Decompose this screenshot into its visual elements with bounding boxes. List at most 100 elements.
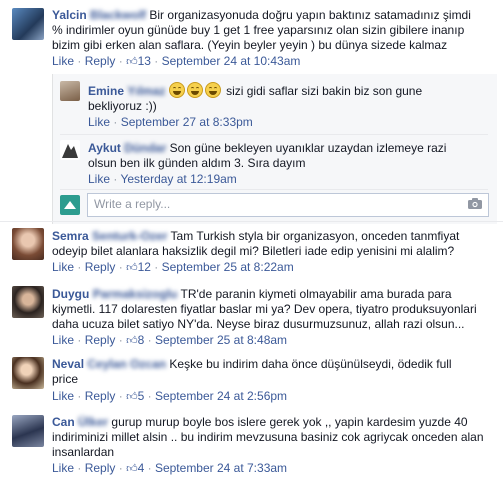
comment-line: indiriminizi millet alsin .. bu indirim … [52, 430, 484, 444]
comment-actions: Like · Reply · 👍︎12 · September 25 at 8:… [52, 260, 496, 276]
avatar[interactable] [12, 415, 44, 447]
commenter-name[interactable]: Can [52, 415, 75, 429]
reply-line: olsun ben ilk günden aldım 3. Sıra dayım [88, 156, 306, 170]
separator: · [77, 461, 82, 475]
reply-field[interactable] [87, 193, 489, 217]
comment-actions: Like · Reply · 👍︎5 · September 24 at 2:5… [52, 389, 496, 405]
camera-icon[interactable] [468, 198, 482, 209]
reply-text: Emine Yılmaz sizi gidi saflar sizi bakin… [88, 82, 488, 114]
separator: · [147, 333, 152, 347]
comment-line: Bir organizasyonuda doğru yapın baktınız… [149, 8, 471, 22]
like-count[interactable]: 4 [138, 461, 145, 475]
timestamp[interactable]: September 27 at 8:33pm [121, 115, 253, 129]
laughing-face-icon [204, 82, 221, 98]
comment-line: odeyip bilet alanlara haksizlik degil mi… [52, 244, 455, 258]
like-link[interactable]: Like [88, 115, 110, 129]
like-link[interactable]: Like [52, 54, 74, 68]
commenter-name[interactable]: Neval [52, 357, 84, 371]
timestamp[interactable]: September 25 at 8:22am [162, 260, 294, 274]
commenter-surname[interactable]: Blackwolf [90, 8, 146, 22]
reply-link[interactable]: Reply [85, 333, 116, 347]
divider [60, 134, 488, 135]
separator: · [147, 389, 152, 403]
commenter-name[interactable]: Emine [88, 84, 124, 98]
reply-link[interactable]: Reply [85, 54, 116, 68]
thumbs-up-icon[interactable]: 👍︎ [126, 334, 138, 349]
reply-input[interactable] [88, 194, 460, 214]
comment-line: insanlardan [52, 445, 115, 459]
commenter-name[interactable]: Aykut [88, 141, 121, 155]
avatar[interactable] [12, 228, 44, 260]
timestamp[interactable]: September 24 at 7:33am [155, 461, 287, 475]
reply-actions: Like · September 27 at 8:33pm [88, 115, 488, 130]
separator: · [77, 333, 82, 347]
separator: · [154, 260, 159, 274]
like-link[interactable]: Like [52, 260, 74, 274]
commenter-name[interactable]: Yalcin [52, 8, 87, 22]
comment-text: Yalcin Blackwolf Bir organizasyonuda doğ… [52, 8, 496, 53]
commenter-name[interactable]: Semra [52, 229, 89, 243]
reply-line: sizi gidi saflar sizi bakin biz son gune [226, 84, 423, 98]
separator: · [113, 115, 118, 129]
separator: · [118, 461, 123, 475]
separator: · [118, 333, 123, 347]
timestamp[interactable]: September 24 at 10:43am [162, 54, 301, 68]
separator: · [118, 54, 123, 68]
timestamp[interactable]: September 24 at 2:56pm [155, 389, 287, 403]
separator: · [113, 172, 118, 186]
separator: · [118, 389, 123, 403]
comment-text: Can Ülker gurup murup boyle bos islere g… [52, 415, 496, 460]
separator: · [154, 54, 159, 68]
like-link[interactable]: Like [52, 333, 74, 347]
commenter-surname[interactable]: Yılmaz [127, 84, 165, 98]
avatar[interactable] [12, 357, 44, 389]
comment-line: TR'de paranin kiymeti olmayabilir ama bu… [180, 287, 452, 301]
comment-line: gurup murup boyle bos islere gerek yok ,… [111, 415, 468, 429]
thumbs-up-icon[interactable]: 👍︎ [126, 462, 138, 477]
user-avatar [60, 195, 80, 215]
commenter-surname[interactable]: Ceylan Ozcan [87, 357, 166, 371]
comment-line: bizim gibi erken alan saflara. (Yeyin be… [52, 38, 448, 52]
like-count[interactable]: 13 [138, 54, 151, 68]
comment-line: price [52, 372, 79, 386]
timestamp[interactable]: September 25 at 8:48am [155, 333, 287, 347]
laughing-face-icon [168, 82, 185, 98]
separator: · [77, 389, 82, 403]
comment-line: Tam Turkish styla bir organizasyon, once… [170, 229, 460, 243]
reply-link[interactable]: Reply [85, 461, 116, 475]
reply-link[interactable]: Reply [85, 389, 116, 403]
thumbs-up-icon[interactable]: 👍︎ [126, 390, 138, 405]
comment-actions: Like · Reply · 👍︎4 · September 24 at 7:3… [52, 461, 496, 477]
like-count[interactable]: 5 [138, 389, 145, 403]
divider [0, 221, 503, 222]
laughing-face-icon [186, 82, 203, 98]
reply-link[interactable]: Reply [85, 260, 116, 274]
comment-line: daha ucuza bilet satiyo NY'da. Neyse bir… [52, 317, 465, 331]
avatar[interactable] [12, 286, 44, 318]
like-link[interactable]: Like [88, 172, 110, 186]
comment-text: Duygu Parmaksizoglu TR'de paranin kiymet… [52, 287, 496, 332]
timestamp[interactable]: Yesterday at 12:19am [120, 172, 236, 186]
avatar[interactable] [60, 81, 80, 101]
reply-line: bekliyoruz :)) [88, 99, 157, 113]
avatar[interactable] [12, 8, 44, 40]
separator: · [77, 260, 82, 274]
comment-actions: Like · Reply · 👍︎13 · September 24 at 10… [52, 54, 496, 70]
like-count[interactable]: 8 [138, 333, 145, 347]
reply-actions: Like · Yesterday at 12:19am [88, 172, 488, 187]
thumbs-up-icon[interactable]: 👍︎ [126, 261, 138, 276]
thumbs-up-icon[interactable]: 👍︎ [126, 55, 138, 70]
like-link[interactable]: Like [52, 389, 74, 403]
reply-text: Aykut Dündar Son güne bekleyen uyanıklar… [88, 141, 488, 171]
commenter-name[interactable]: Duygu [52, 287, 89, 301]
like-link[interactable]: Like [52, 461, 74, 475]
commenter-surname[interactable]: Ülker [78, 415, 108, 429]
like-count[interactable]: 12 [138, 260, 151, 274]
separator: · [147, 461, 152, 475]
commenter-surname[interactable]: Parmaksizoglu [93, 287, 178, 301]
commenter-surname[interactable]: Senturk-Ozer [92, 229, 167, 243]
avatar[interactable] [60, 140, 80, 160]
commenter-surname[interactable]: Dündar [124, 141, 166, 155]
comment-line: Keşke bu indirim daha önce düşünülseydi,… [169, 357, 452, 371]
separator: · [77, 54, 82, 68]
